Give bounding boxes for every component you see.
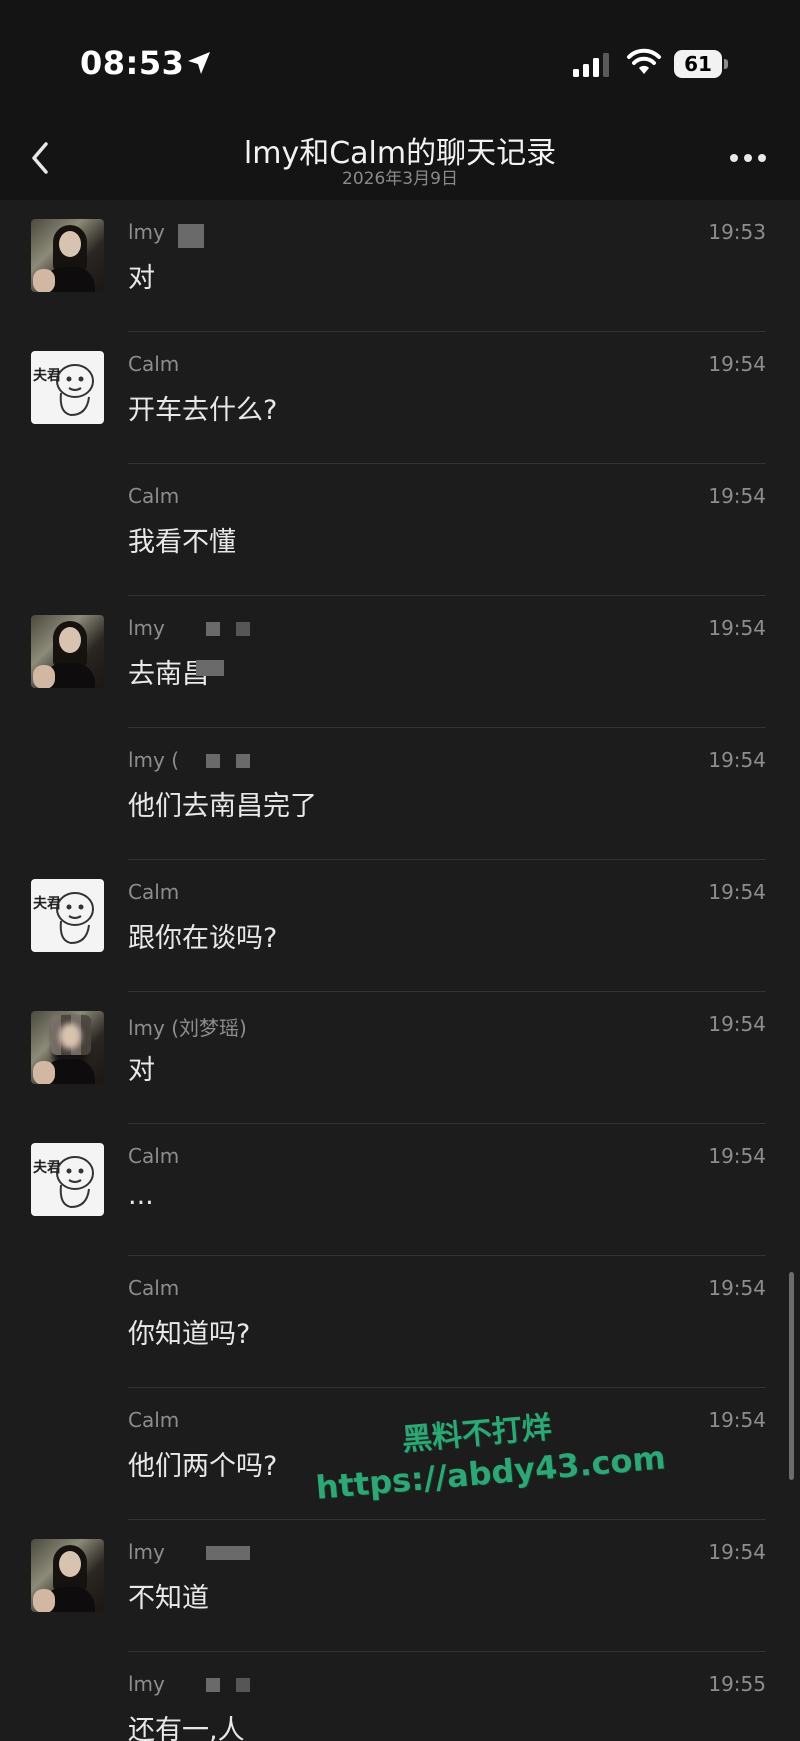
avatar[interactable]	[31, 1539, 104, 1612]
sender-name: Calm	[128, 352, 180, 376]
redacted-mark	[236, 1678, 250, 1692]
list-item: 夫君 Calm 19:54 跟你在谈吗?	[0, 860, 800, 992]
sender-name: lmy	[128, 220, 165, 244]
message-time: 19:54	[708, 1540, 766, 1564]
sender-name: lmy	[128, 1540, 165, 1564]
status-time: 08:53	[80, 44, 185, 82]
battery-percent: 61	[684, 52, 712, 76]
list-item: lmy 19:54 不知道	[0, 1520, 800, 1652]
battery-indicator: 61	[674, 50, 728, 78]
redacted-mark	[196, 660, 224, 676]
message-text: 不知道	[128, 1583, 209, 1614]
location-arrow-icon	[188, 52, 210, 74]
list-item: lmy 19:55 还有一,人	[0, 1652, 800, 1741]
list-item: 夫君 Calm 19:54 ...	[0, 1124, 800, 1256]
sender-name: lmy	[128, 1672, 165, 1696]
avatar[interactable]: 夫君	[31, 879, 104, 952]
sender-name: lmy	[128, 616, 165, 640]
message-time: 19:55	[708, 1672, 766, 1696]
avatar[interactable]: 夫君	[31, 351, 104, 424]
message-time: 19:54	[708, 880, 766, 904]
list-item: Calm 19:54 你知道吗?	[0, 1256, 800, 1388]
sender-name: Calm	[128, 880, 180, 904]
sticker-avatar-icon	[56, 364, 94, 417]
list-item: lmy (刘梦瑶) 19:54 对	[0, 992, 800, 1124]
message-time: 19:54	[708, 1276, 766, 1300]
list-item: lmy 19:54 去南昌	[0, 596, 800, 728]
message-time: 19:54	[708, 352, 766, 376]
message-time: 19:54	[708, 484, 766, 508]
sticker-tag: 夫君	[33, 1160, 61, 1176]
wifi-icon	[627, 48, 661, 74]
cellular-signal-icon	[573, 53, 609, 77]
list-item: lmy 19:53 对	[0, 200, 800, 332]
message-text: 我看不懂	[128, 527, 236, 558]
message-time: 19:53	[708, 220, 766, 244]
redacted-mark	[206, 754, 220, 768]
sticker-avatar-icon	[56, 892, 94, 945]
message-time: 19:54	[708, 748, 766, 772]
redacted-mark	[206, 1546, 250, 1560]
sticker-avatar-icon	[56, 1156, 94, 1209]
status-bar: 08:53 61	[0, 0, 800, 120]
message-time: 19:54	[708, 616, 766, 640]
message-text: 你知道吗?	[128, 1319, 251, 1350]
sender-name: Calm	[128, 1144, 180, 1168]
sender-name: Calm	[128, 1408, 180, 1432]
sender-name: lmy (	[128, 748, 180, 772]
message-time: 19:54	[708, 1408, 766, 1432]
avatar[interactable]: 夫君	[31, 1143, 104, 1216]
sender-name: Calm	[128, 484, 180, 508]
message-text: 开车去什么?	[128, 395, 278, 426]
sender-name: lmy (刘梦瑶)	[128, 1016, 247, 1040]
message-time: 19:54	[708, 1144, 766, 1168]
sender-name: Calm	[128, 1276, 180, 1300]
message-text: ...	[128, 1180, 154, 1211]
more-dots-icon[interactable]	[728, 150, 768, 166]
redacted-mark	[236, 622, 250, 636]
message-text: 对	[128, 263, 155, 294]
sticker-tag: 夫君	[33, 368, 61, 384]
message-text: 跟你在谈吗?	[128, 923, 278, 954]
page-subtitle-date: 2026年3月9日	[342, 169, 458, 189]
redacted-mark	[236, 754, 250, 768]
list-item: 夫君 Calm 19:54 开车去什么?	[0, 332, 800, 464]
avatar[interactable]	[31, 1011, 104, 1084]
list-item: Calm 19:54 我看不懂	[0, 464, 800, 596]
message-time: 19:54	[708, 1012, 766, 1036]
avatar[interactable]	[31, 219, 104, 292]
scrollbar[interactable]	[789, 1272, 794, 1480]
redacted-mark	[178, 224, 204, 248]
message-text: 还有一,人	[128, 1715, 245, 1741]
list-item: lmy ( 19:54 他们去南昌完了	[0, 728, 800, 860]
avatar[interactable]	[31, 615, 104, 688]
redacted-mark	[206, 622, 220, 636]
message-text: 他们两个吗?	[128, 1451, 278, 1482]
message-text: 他们去南昌完了	[128, 791, 317, 822]
redacted-mark	[206, 1678, 220, 1692]
sticker-tag: 夫君	[33, 896, 61, 912]
message-text: 对	[128, 1055, 155, 1086]
nav-bar: lmy和Calm的聊天记录 2026年3月9日	[0, 120, 800, 200]
